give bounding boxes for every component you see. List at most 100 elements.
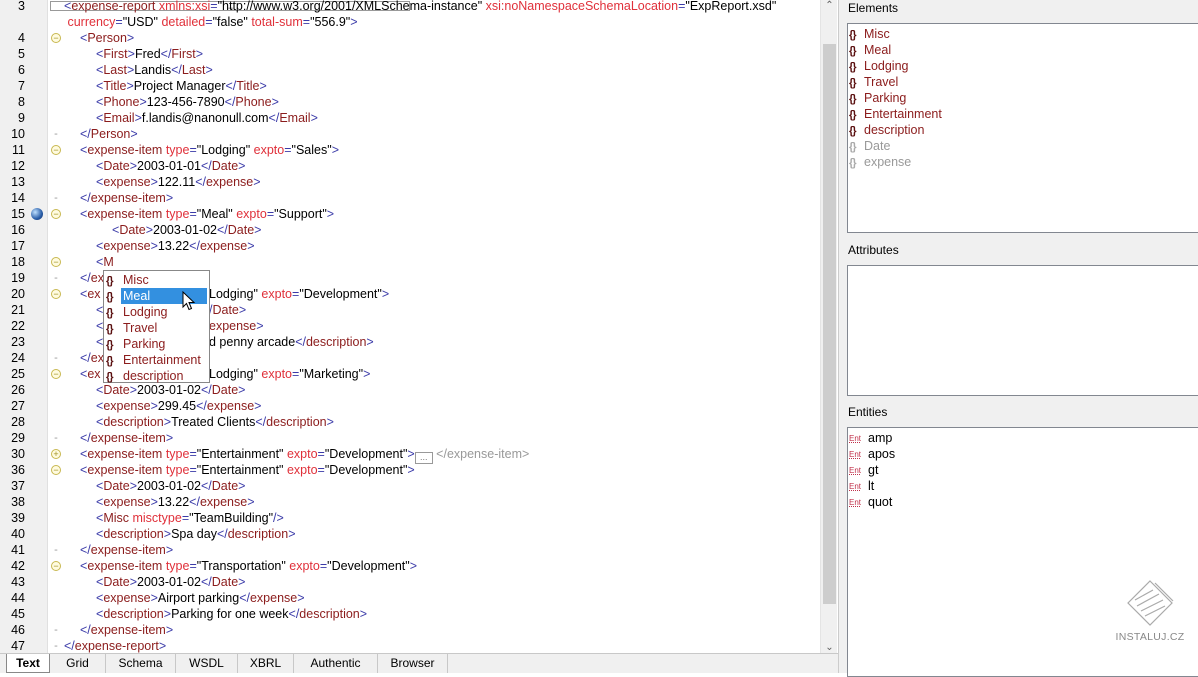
code-content[interactable]: </ex [80, 270, 104, 286]
tab-authentic[interactable]: Authentic [294, 654, 378, 673]
autocomplete-item[interactable]: {} Travel [104, 320, 209, 336]
code-line[interactable]: 30 + <expense-item type="Entertainment" ex… [0, 446, 820, 464]
code-line[interactable]: 6 <Last>Landis</Last> [0, 62, 820, 78]
code-content[interactable]: </expense-item> [80, 430, 173, 446]
code-line[interactable]: 26 <Date>2003-01-02</Date> [0, 382, 820, 398]
fold-expand-icon[interactable]: + [51, 449, 61, 459]
code-content[interactable]: <Date>2003-01-02</Date> [112, 222, 261, 238]
code-content[interactable]: <expense>13.22</expense> [96, 494, 255, 510]
entity-list-item[interactable]: Ent apos [849, 446, 1198, 462]
code-content[interactable]: <expense-report xmlns:xsi="http://www.w3… [64, 0, 776, 14]
element-list-item[interactable]: {} expense [849, 154, 1198, 170]
entity-list-item[interactable]: Ent lt [849, 478, 1198, 494]
element-list-item[interactable]: {} Meal [849, 42, 1198, 58]
code-content[interactable]: <Misc misctype="TeamBuilding"/> [96, 510, 284, 526]
fold-collapse-icon[interactable]: − [51, 257, 61, 267]
code-line[interactable]: 29 - </expense-item> [0, 430, 820, 446]
code-content[interactable]: <Email>f.landis@nanonull.com</Email> [96, 110, 318, 126]
tab-text[interactable]: Text [6, 654, 50, 673]
code-content[interactable]: <expense-item type="Entertainment" expto… [80, 462, 415, 478]
code-line[interactable]: 14 - </expense-item> [0, 190, 820, 206]
code-content[interactable]: </expense-item> [80, 622, 173, 638]
fold-collapse-icon[interactable]: − [51, 145, 61, 155]
code-content[interactable]: <Title>Project Manager</Title> [96, 78, 267, 94]
code-line[interactable]: 9 <Email>f.landis@nanonull.com</Email> [0, 110, 820, 126]
code-line[interactable]: 43 <Date>2003-01-02</Date> [0, 574, 820, 590]
code-line[interactable]: 28 <description>Treated Clients</descript… [0, 414, 820, 430]
autocomplete-item[interactable]: {} description [104, 368, 209, 384]
code-line[interactable]: 5 <First>Fred</First> [0, 46, 820, 62]
fold-collapse-icon[interactable]: − [51, 369, 61, 379]
attributes-list[interactable] [847, 265, 1198, 396]
code-line[interactable]: 16 <Date>2003-01-02</Date> [0, 222, 820, 238]
code-line[interactable]: 38 <expense>13.22</expense> [0, 494, 820, 510]
code-content[interactable]: <M [96, 254, 114, 270]
vertical-scrollbar[interactable]: ⌃ ⌄ [820, 0, 837, 653]
code-content[interactable]: <expense-item type="Meal" expto="Support… [80, 206, 334, 222]
tab-browser[interactable]: Browser [378, 654, 448, 673]
element-list-item[interactable]: {} description [849, 122, 1198, 138]
code-content[interactable]: <ex Lodging" expto="Development"> [80, 286, 389, 302]
code-line[interactable]: 44 <expense>Airport parking</expense> [0, 590, 820, 606]
autocomplete-item[interactable]: {} Parking [104, 336, 209, 352]
code-line[interactable]: 15− <expense-item type="Meal" expto="Supp… [0, 206, 820, 222]
autocomplete-popup[interactable]: {} Misc{} Meal{} Lodging{} Travel{} Parking{}… [103, 270, 210, 383]
code-line[interactable]: 11 − <expense-item type="Lodging" expto="S… [0, 142, 820, 158]
code-line[interactable]: 12 <Date>2003-01-01</Date> [0, 158, 820, 174]
code-line[interactable]: 7 <Title>Project Manager</Title> [0, 78, 820, 94]
code-content[interactable]: currency="USD" detailed="false" total-su… [64, 14, 357, 30]
code-after-popup[interactable]: Lodging" expto="Marketing"> [209, 366, 370, 382]
code-line[interactable]: 37 <Date>2003-01-02</Date> [0, 478, 820, 494]
code-line[interactable]: 39 <Misc misctype="TeamBuilding"/> [0, 510, 820, 526]
code-content[interactable]: <Person> [80, 30, 134, 46]
code-content[interactable]: <Last>Landis</Last> [96, 62, 213, 78]
code-content[interactable]: <ex Lodging" expto="Marketing"> [80, 366, 370, 382]
code-line[interactable]: 45 <description>Parking for one week</des… [0, 606, 820, 622]
fold-collapse-icon[interactable]: − [51, 465, 61, 475]
entity-list-item[interactable]: Ent amp [849, 430, 1198, 446]
element-list-item[interactable]: {} Date [849, 138, 1198, 154]
code-content[interactable]: <expense>Airport parking</expense> [96, 590, 305, 606]
code-content[interactable]: <Date>2003-01-02</Date> [96, 574, 245, 590]
code-line[interactable]: 41 - </expense-item> [0, 542, 820, 558]
fold-collapse-icon[interactable]: − [51, 209, 61, 219]
elements-list[interactable]: {} Misc{} Meal{} Lodging{} Travel{} Parking{}… [847, 23, 1198, 233]
tab-xbrl[interactable]: XBRL [238, 654, 294, 673]
code-line[interactable]: 27 <expense>299.45</expense> [0, 398, 820, 414]
code-line[interactable]: 46 - </expense-item> [0, 622, 820, 638]
code-content[interactable]: <First>Fred</First> [96, 46, 203, 62]
code-content[interactable]: <expense>13.22</expense> [96, 238, 255, 254]
bookmark-icon[interactable] [31, 208, 43, 220]
fold-collapse-icon[interactable]: − [51, 289, 61, 299]
fold-collapse-icon[interactable]: − [51, 33, 61, 43]
scroll-down-icon[interactable]: ⌄ [821, 642, 838, 653]
code-line[interactable]: 4 − <Person> [0, 30, 820, 46]
code-content[interactable]: <description>Parking for one week</descr… [96, 606, 367, 622]
code-content[interactable]: <description>Treated Clients</descriptio… [96, 414, 334, 430]
code-content[interactable]: </expense-item> [80, 542, 173, 558]
autocomplete-item[interactable]: {} Misc [104, 272, 209, 288]
code-content[interactable]: <Date>2003-01-01</Date> [96, 158, 245, 174]
code-content[interactable]: <expense>299.45</expense> [96, 398, 261, 414]
scroll-up-icon[interactable]: ⌃ [821, 0, 838, 11]
element-list-item[interactable]: {} Travel [849, 74, 1198, 90]
element-list-item[interactable]: {} Misc [849, 26, 1198, 42]
code-content[interactable]: </ex [80, 350, 104, 366]
code-content[interactable]: <expense-item type="Transportation" expt… [80, 558, 417, 574]
code-line[interactable]: 18 − <M [0, 254, 820, 270]
code-after-popup[interactable]: d penny arcade</description> [209, 334, 374, 350]
code-line[interactable]: 10 - </Person> [0, 126, 820, 142]
code-content[interactable]: <expense-item type="Lodging" expto="Sale… [80, 142, 339, 158]
code-line[interactable]: 40 <description>Spa day</description> [0, 526, 820, 542]
code-content[interactable]: </Person> [80, 126, 138, 142]
code-line[interactable]: currency="USD" detailed="false" total-su… [0, 14, 820, 30]
code-content[interactable]: <Phone>123-456-7890</Phone> [96, 94, 279, 110]
code-after-popup[interactable]: Lodging" expto="Development"> [209, 286, 389, 302]
code-line[interactable]: 8 <Phone>123-456-7890</Phone> [0, 94, 820, 110]
tab-schema[interactable]: Schema [106, 654, 176, 673]
entity-list-item[interactable]: Ent gt [849, 462, 1198, 478]
entity-list-item[interactable]: Ent quot [849, 494, 1198, 510]
code-content[interactable]: <Date>2003-01-02</Date> [96, 478, 245, 494]
code-line[interactable]: 13 <expense>122.11</expense> [0, 174, 820, 190]
code-after-popup[interactable]: expense> [209, 318, 264, 334]
